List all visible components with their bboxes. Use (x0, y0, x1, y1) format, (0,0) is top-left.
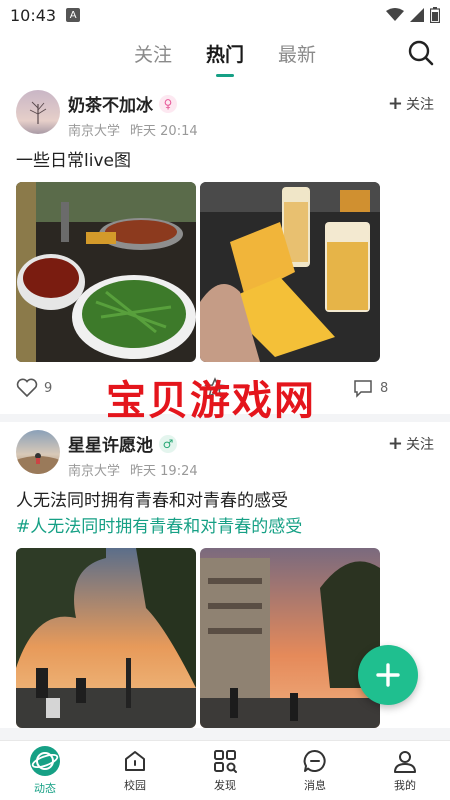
notification-icon: A (66, 8, 81, 22)
post-image[interactable] (16, 182, 196, 362)
nav-label: 动态 (34, 782, 56, 795)
nav-item-campus[interactable]: 校园 (90, 741, 180, 800)
new-post-button[interactable] (358, 645, 418, 705)
female-icon: ♀ (159, 94, 177, 113)
post-card[interactable]: 奶茶不加冰 ♀ 南京大学 昨天 20:14 + 关注 一些日常live图 9 8 (0, 82, 450, 414)
school-label: 南京大学 (68, 124, 121, 139)
signal-icon (410, 8, 424, 22)
nav-item-profile[interactable]: 我的 (360, 741, 450, 800)
watermark-text: 宝贝游戏网 (106, 378, 316, 424)
like-count: 9 (44, 380, 53, 396)
nav-label: 我的 (394, 779, 416, 792)
battery-icon (430, 7, 440, 23)
post-images (16, 182, 434, 362)
nav-label: 校园 (124, 779, 146, 792)
like-button[interactable]: 9 (16, 378, 52, 398)
post-images (16, 548, 434, 728)
post-text: 人无法同时拥有青春和对青春的感受 (16, 491, 288, 511)
tab-latest[interactable]: 最新 (276, 40, 318, 67)
discover-icon (214, 750, 237, 773)
nav-item-messages[interactable]: 消息 (270, 741, 360, 800)
avatar[interactable] (16, 430, 60, 474)
post-image[interactable] (200, 548, 380, 728)
post-time: 昨天 20:14 (130, 124, 198, 139)
top-nav: 关注 热门 最新 (0, 30, 450, 82)
heart-icon (16, 378, 38, 398)
nav-item-feed[interactable]: 动态 (0, 741, 90, 800)
feed-tabs: 关注 热门 最新 (0, 40, 450, 77)
plus-icon: + (387, 433, 403, 454)
search-icon[interactable] (406, 38, 436, 68)
username[interactable]: 星星许愿池 (68, 431, 153, 456)
status-icons (386, 7, 440, 23)
school-label: 南京大学 (68, 464, 121, 479)
comment-button[interactable]: 8 (352, 378, 388, 398)
male-icon: ♂ (159, 434, 177, 453)
wifi-icon (386, 8, 404, 21)
post-time: 昨天 19:24 (130, 464, 198, 479)
message-icon (303, 749, 326, 772)
nav-item-discover[interactable]: 发现 (180, 741, 270, 800)
follow-button[interactable]: + 关注 (388, 94, 434, 114)
post-text: 一些日常live图 (16, 151, 131, 171)
post-image[interactable] (200, 182, 380, 362)
username[interactable]: 奶茶不加冰 (68, 91, 153, 116)
nav-label: 消息 (304, 779, 326, 792)
profile-icon (394, 751, 416, 773)
tab-following[interactable]: 关注 (132, 40, 174, 67)
plus-icon: + (387, 93, 403, 114)
post-header: 星星许愿池 ♂ 南京大学 昨天 19:24 + 关注 (16, 430, 434, 482)
bottom-nav: 动态 校园 发现 消息 我的 (0, 740, 450, 800)
post-header: 奶茶不加冰 ♀ 南京大学 昨天 20:14 + 关注 (16, 90, 434, 142)
status-time: 10:43 (10, 5, 57, 25)
nav-label: 发现 (214, 779, 236, 792)
home-icon (125, 751, 145, 771)
tab-popular[interactable]: 热门 (204, 40, 246, 77)
active-tab-indicator (215, 74, 234, 77)
comment-icon (354, 380, 372, 398)
follow-button[interactable]: + 关注 (388, 434, 434, 454)
plus-icon (376, 663, 400, 687)
avatar[interactable] (16, 90, 60, 134)
post-image[interactable] (16, 548, 196, 728)
topic-link[interactable]: #人无法同时拥有青春和对青春的感受 (16, 514, 434, 540)
comment-count: 8 (380, 380, 389, 396)
status-bar: 10:43 A (0, 0, 450, 30)
planet-icon (30, 746, 60, 776)
